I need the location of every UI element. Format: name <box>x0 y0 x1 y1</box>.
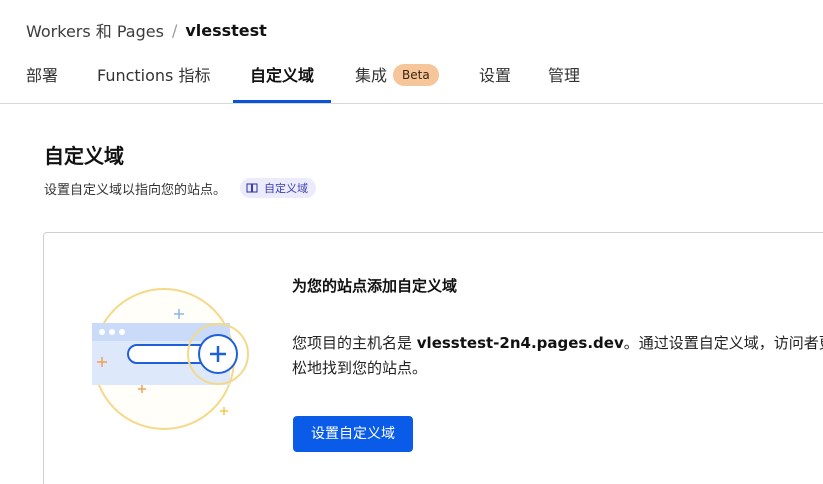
tab-deployments[interactable]: 部署 <box>26 56 58 102</box>
tab-bar: 部署 Functions 指标 自定义域 集成 Beta 设置 管理 <box>0 56 823 104</box>
tab-label: 管理 <box>548 66 581 85</box>
section-description: 设置自定义域以指向您的站点。 自定义域 <box>44 178 317 198</box>
project-hostname: vlesstest-2n4.pages.dev <box>416 334 624 352</box>
breadcrumb-separator: / <box>171 20 178 40</box>
page: Workers 和 Pages / vlesstest 部署 Functions… <box>0 0 823 484</box>
tab-manage[interactable]: 管理 <box>548 56 580 102</box>
book-icon <box>246 182 258 194</box>
docs-link-chip[interactable]: 自定义域 <box>240 178 317 198</box>
docs-link-label: 自定义域 <box>264 182 309 195</box>
tab-label: 部署 <box>26 66 59 85</box>
tab-integrations[interactable]: 集成 Beta <box>355 56 439 102</box>
breadcrumb-current: vlesstest <box>185 20 267 40</box>
tab-custom-domains[interactable]: 自定义域 <box>233 56 332 103</box>
tab-label: 集成 <box>355 66 388 85</box>
breadcrumb: Workers 和 Pages / vlesstest <box>26 18 267 42</box>
add-domain-illustration <box>84 281 284 431</box>
breadcrumb-parent-link[interactable]: Workers 和 Pages <box>26 18 164 42</box>
tab-label: Functions 指标 <box>97 66 211 85</box>
page-title: 自定义域 <box>44 144 124 168</box>
card-title: 为您的站点添加自定义域 <box>292 277 458 295</box>
beta-badge: Beta <box>393 64 439 86</box>
section-description-text: 设置自定义域以指向您的站点。 <box>44 182 227 198</box>
tab-functions-metrics[interactable]: Functions 指标 <box>97 56 210 102</box>
tab-settings[interactable]: 设置 <box>479 56 511 102</box>
card-description: 您项目的主机名是 vlesstest-2n4.pages.dev。通过设置自定义… <box>292 331 823 381</box>
setup-custom-domain-button[interactable]: 设置自定义域 <box>293 416 413 452</box>
card-text-before: 您项目的主机名是 <box>292 334 417 352</box>
tab-label: 自定义域 <box>250 66 315 85</box>
tab-label: 设置 <box>479 66 512 85</box>
add-domain-card: 为您的站点添加自定义域 您项目的主机名是 vlesstest-2n4.pages… <box>43 232 823 484</box>
